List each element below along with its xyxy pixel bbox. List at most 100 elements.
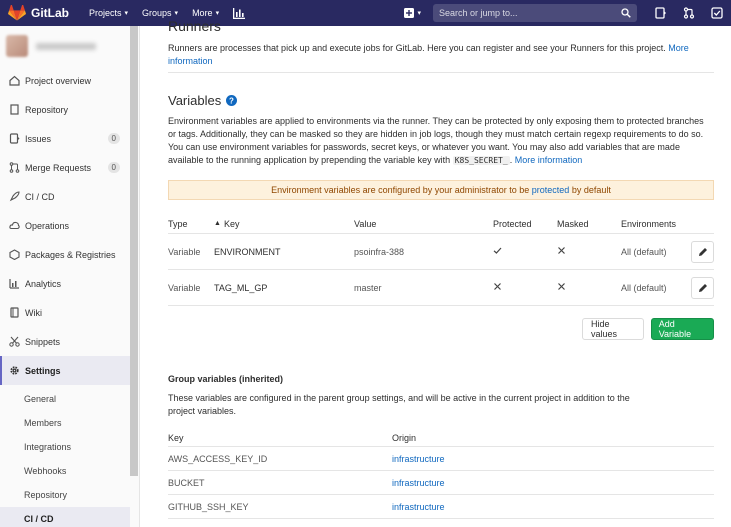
activity-chart-link[interactable] [233, 7, 246, 19]
table-row: Variable ENVIRONMENT psoinfra-388 All (d… [168, 234, 714, 270]
sidebar-item-label: Packages & Registries [25, 249, 116, 260]
sidebar-item-packages-registries[interactable]: Packages & Registries [0, 240, 130, 269]
issues-count-badge: 0 [107, 133, 120, 144]
edit-variable-button[interactable] [691, 276, 714, 299]
gitlab-logo-icon [8, 5, 26, 21]
settings-sub-webhooks[interactable]: Webhooks [0, 459, 130, 483]
todo-checkbox-icon[interactable] [711, 7, 723, 19]
sidebar-item-label: Repository [25, 104, 69, 115]
merge-requests-count-badge: 0 [107, 162, 120, 173]
group-row-key: GITHUB_SSH_KEY [168, 501, 249, 512]
package-icon [9, 249, 20, 260]
search-icon [621, 8, 631, 18]
col-key: Key [168, 432, 184, 443]
variables-more-info-link[interactable]: More information [515, 155, 583, 165]
rocket-icon [9, 191, 20, 202]
chevron-down-icon: ▾ [215, 10, 220, 17]
col-origin: Origin [392, 432, 417, 443]
chevron-down-icon: ▾ [174, 10, 179, 17]
sidebar-item-operations[interactable]: Operations [0, 211, 130, 240]
close-icon [558, 283, 565, 290]
row-masked [557, 282, 621, 293]
sidebar-item-label: Wiki [25, 307, 42, 318]
hide-values-button[interactable]: Hide values [582, 318, 644, 340]
row-environment: All (default) [621, 246, 667, 257]
project-sidebar: Project overview Repository Issues 0 Mer… [0, 26, 140, 527]
row-type: Variable [168, 246, 201, 257]
cloud-gear-icon [9, 220, 20, 231]
project-context-header[interactable] [0, 26, 139, 66]
variables-actions: Hide values Add Variable [582, 318, 714, 340]
runners-description: Runners are processes that pick up and e… [168, 42, 713, 68]
issues-nav-icon[interactable] [655, 7, 667, 19]
main-content: Runners Runners are processes that pick … [168, 18, 714, 527]
settings-sub-integrations[interactable]: Integrations [0, 435, 130, 459]
search-placeholder: Search or jump to... [439, 8, 518, 18]
nav-more-label: More [192, 8, 213, 18]
col-type: Type [168, 218, 188, 229]
sidebar-item-repository[interactable]: Repository [0, 95, 130, 124]
sidebar-item-label: Settings [25, 365, 61, 376]
doc-icon [9, 104, 20, 115]
table-row: AWS_ACCESS_KEY_ID infrastructure [168, 447, 714, 471]
row-value: psoinfra-388 [354, 246, 405, 257]
row-masked [557, 246, 621, 257]
new-item-dropdown[interactable]: ▾ [404, 8, 421, 18]
variables-table: Type ▲ Key Value Protected Masked Enviro… [168, 214, 714, 306]
sidebar-item-merge-requests[interactable]: Merge Requests 0 [0, 153, 130, 182]
sidebar-item-project-overview[interactable]: Project overview [0, 66, 130, 95]
group-row-origin-link[interactable]: infrastructure [392, 502, 714, 512]
row-key: ENVIRONMENT [214, 246, 281, 257]
col-key-sortable[interactable]: ▲ Key [214, 219, 354, 229]
sidebar-item-label: Snippets [25, 336, 61, 347]
col-masked: Masked [557, 218, 589, 229]
sidebar-item-label: Analytics [25, 278, 62, 289]
project-name-blurred [36, 42, 96, 50]
settings-sub-repository[interactable]: Repository [0, 483, 130, 507]
alert-text-pre: Environment variables are configured by … [271, 185, 530, 195]
gitlab-home-link[interactable]: GitLab [8, 5, 69, 21]
sidebar-item-label: Issues [25, 133, 52, 144]
chevron-down-icon: ▾ [124, 10, 129, 17]
sidebar-item-ci-cd[interactable]: CI / CD [0, 182, 130, 211]
group-row-origin-link[interactable]: infrastructure [392, 478, 714, 488]
gear-icon [9, 365, 20, 376]
nav-projects-dropdown[interactable]: Projects ▾ [89, 8, 128, 18]
row-value: master [354, 282, 382, 293]
pencil-icon [698, 283, 707, 292]
sidebar-item-label: CI / CD [25, 191, 55, 202]
question-circle-icon[interactable]: ? [226, 95, 238, 106]
alert-protected-link[interactable]: protected [532, 185, 570, 195]
sort-up-icon: ▲ [214, 220, 221, 227]
settings-sub-ci-cd[interactable]: CI / CD [0, 507, 130, 527]
alert-text-post: by default [571, 185, 611, 195]
sidebar-item-issues[interactable]: Issues 0 [0, 124, 130, 153]
top-navbar: GitLab Projects ▾ Groups ▾ More ▾ ▾ Sear… [0, 0, 731, 26]
settings-sub-members[interactable]: Members [0, 411, 130, 435]
variables-title: Variables [168, 93, 222, 108]
edit-variable-button[interactable] [691, 240, 714, 263]
nav-groups-label: Groups [142, 8, 172, 18]
group-row-origin-link[interactable]: infrastructure [392, 454, 714, 464]
nav-more-dropdown[interactable]: More ▾ [192, 8, 219, 18]
group-row-key: AWS_ACCESS_KEY_ID [168, 453, 268, 464]
search-input[interactable]: Search or jump to... [433, 4, 637, 22]
chevron-down-icon: ▾ [417, 10, 421, 17]
col-value: Value [354, 218, 377, 229]
home-icon [9, 75, 20, 86]
nav-groups-dropdown[interactable]: Groups ▾ [142, 8, 178, 18]
brand-name: GitLab [31, 6, 69, 20]
settings-sub-general[interactable]: General [0, 387, 130, 411]
sidebar-item-wiki[interactable]: Wiki [0, 298, 130, 327]
merge-request-icon [9, 162, 20, 173]
add-variable-button[interactable]: Add Variable [650, 318, 714, 340]
sidebar-scrollbar[interactable] [130, 26, 138, 476]
protected-alert: Environment variables are configured by … [168, 180, 714, 200]
sidebar-item-snippets[interactable]: Snippets [0, 327, 130, 356]
group-table-header: Key Origin [168, 429, 714, 447]
sidebar-item-settings[interactable]: Settings [0, 356, 130, 385]
group-variables-description: These variables are configured in the pa… [168, 393, 630, 416]
scissors-icon [9, 336, 20, 347]
sidebar-item-analytics[interactable]: Analytics [0, 269, 130, 298]
merge-requests-nav-icon[interactable] [683, 7, 695, 19]
